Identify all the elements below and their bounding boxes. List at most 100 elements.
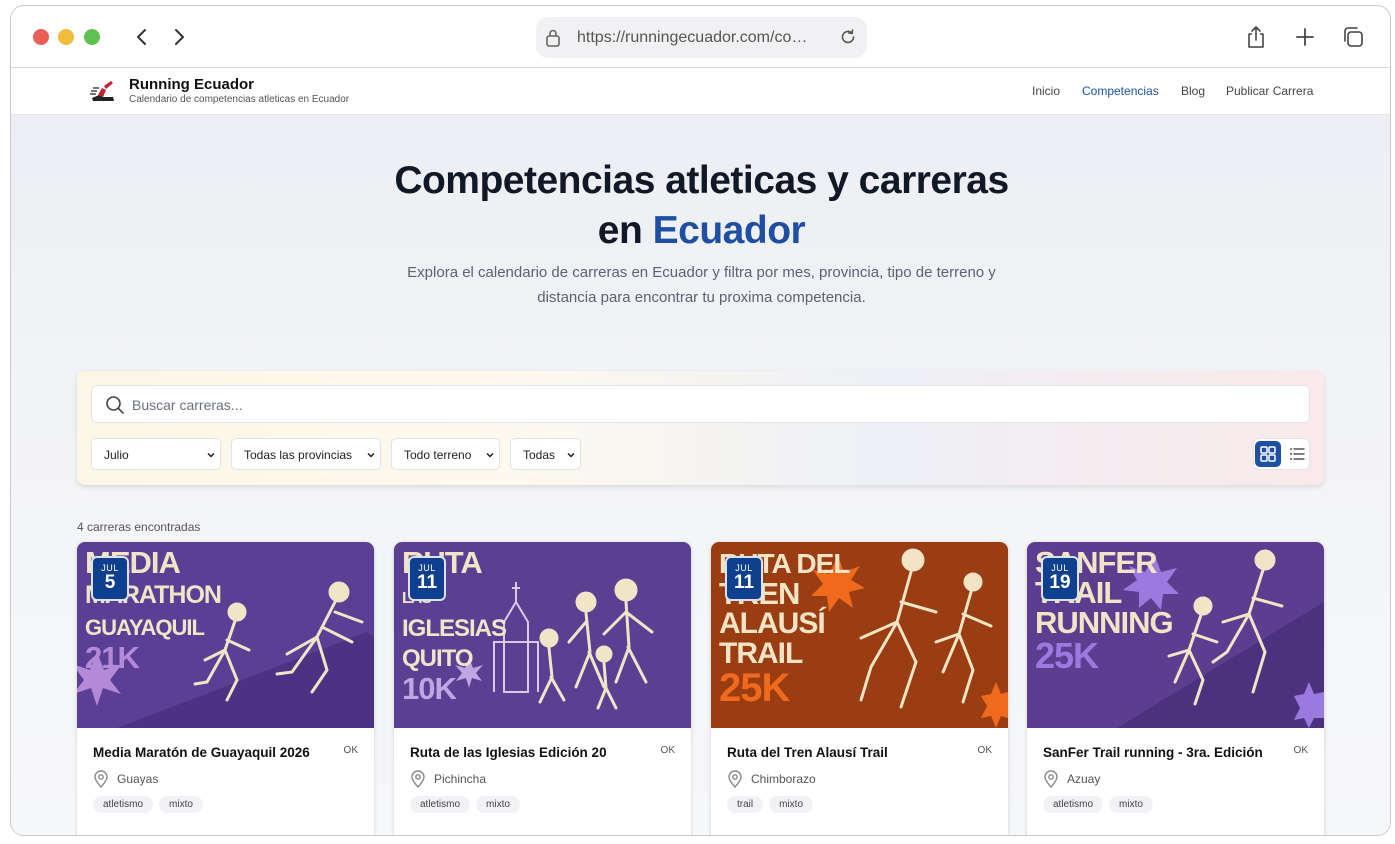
poster-distance: 21K xyxy=(85,640,140,675)
share-button[interactable] xyxy=(1242,23,1270,51)
map-pin-icon xyxy=(94,770,108,788)
site-title[interactable]: Running Ecuador xyxy=(129,76,254,93)
tag: mixto xyxy=(476,796,520,813)
race-card[interactable]: RUTA DEL TREN ALAUSÍ TRAIL 25K JUL 11 Ru… xyxy=(711,542,1008,835)
race-location: Guayas xyxy=(93,770,158,788)
list-view-button[interactable] xyxy=(1284,441,1310,467)
month-select[interactable]: Julio xyxy=(91,438,221,470)
distance-select[interactable]: Todas xyxy=(510,438,581,470)
tag: mixto xyxy=(159,796,203,813)
race-card[interactable]: SANFER TRAIL RUNNING 25K JUL 19 SanFer T… xyxy=(1027,542,1324,835)
race-title[interactable]: Ruta de las Iglesias Edición 20 xyxy=(410,745,607,760)
map-pin-icon xyxy=(728,770,742,788)
main-content: Competencias atleticas y carreras en Ecu… xyxy=(11,115,1390,835)
poster-line3: GUAYAQUIL xyxy=(85,615,205,640)
grid-view-button[interactable] xyxy=(1255,441,1281,467)
chevron-down-icon xyxy=(486,452,494,458)
browser-toolbar: https://runningecuador.com/co… xyxy=(11,6,1390,68)
race-card-image[interactable]: RUTA DEL TREN ALAUSÍ TRAIL 25K JUL 11 xyxy=(711,542,1008,728)
search-placeholder: Buscar carreras... xyxy=(132,397,243,413)
date-day: 5 xyxy=(104,572,116,593)
maximize-window-button[interactable] xyxy=(84,29,100,45)
search-icon xyxy=(106,396,124,414)
chevron-left-icon xyxy=(137,29,146,45)
tag: atletismo xyxy=(1043,796,1104,813)
nav-inicio[interactable]: Inicio xyxy=(1032,84,1060,98)
race-location: Pichincha xyxy=(410,770,486,788)
address-bar[interactable]: https://runningecuador.com/co… xyxy=(536,17,867,58)
date-badge: JUL 19 xyxy=(1041,556,1079,601)
tag: mixto xyxy=(1109,796,1153,813)
race-card[interactable]: MEDIA MARATHON GUAYAQUIL 21K JUL 5 Media… xyxy=(77,542,374,835)
poster-distance: 10K xyxy=(402,671,457,706)
tabs-icon xyxy=(1344,27,1363,47)
share-icon xyxy=(1248,26,1264,48)
grid-icon xyxy=(1260,446,1276,462)
hero-title-prefix: en xyxy=(597,209,653,252)
url-text: https://runningecuador.com/co… xyxy=(577,29,808,46)
hero-description-line2: distancia para encontrar tu proxima comp… xyxy=(537,289,866,306)
search-input[interactable]: Buscar carreras... xyxy=(91,385,1310,423)
forward-button[interactable] xyxy=(166,24,192,50)
date-day: 19 xyxy=(1049,572,1071,593)
race-location: Azuay xyxy=(1043,770,1100,788)
tag: trail xyxy=(727,796,764,813)
race-province: Chimborazo xyxy=(751,772,816,786)
list-icon xyxy=(1290,448,1305,460)
map-pin-icon xyxy=(411,770,425,788)
back-button[interactable] xyxy=(129,24,155,50)
hero-title-accent: Ecuador xyxy=(652,209,806,252)
minimize-window-button[interactable] xyxy=(58,29,74,45)
race-location: Chimborazo xyxy=(727,770,816,788)
race-card-image[interactable]: SANFER TRAIL RUNNING 25K JUL 19 xyxy=(1027,542,1324,728)
new-tab-button[interactable] xyxy=(1291,23,1319,51)
race-tags: atletismo mixto xyxy=(93,796,203,813)
poster-line3: ALAUSÍ TRAIL xyxy=(719,607,826,670)
tab-overview-button[interactable] xyxy=(1339,23,1367,51)
chevron-down-icon xyxy=(567,452,575,458)
poster-line3: IGLESIAS QUITO xyxy=(402,615,507,672)
hero-description-line1: Explora el calendario de carreras en Ecu… xyxy=(407,264,996,281)
poster-distance: 25K xyxy=(1035,635,1099,676)
race-province: Guayas xyxy=(117,772,159,786)
nav-blog[interactable]: Blog xyxy=(1181,84,1205,98)
reload-icon[interactable] xyxy=(839,28,857,46)
race-title[interactable]: Media Maratón de Guayaquil 2026 xyxy=(93,745,310,760)
date-badge: JUL 11 xyxy=(725,556,763,601)
date-badge: JUL 11 xyxy=(408,556,446,601)
race-title[interactable]: SanFer Trail running - 3ra. Edición xyxy=(1043,745,1263,760)
race-tags: trail mixto xyxy=(727,796,814,813)
date-day: 11 xyxy=(733,572,755,593)
poster-distance: 25K xyxy=(719,666,790,710)
site-header: Running Ecuador Calendario de competenci… xyxy=(11,68,1390,115)
race-status: OK xyxy=(977,745,992,756)
site-subtitle: Calendario de competencias atleticas en … xyxy=(129,94,350,105)
race-card[interactable]: RUTA LAS IGLESIAS QUITO 10K JUL 11 Ruta … xyxy=(394,542,691,835)
terrain-select-value: Todo terreno xyxy=(404,448,472,462)
race-card-image[interactable]: RUTA LAS IGLESIAS QUITO 10K JUL 11 xyxy=(394,542,691,728)
map-pin-icon xyxy=(1044,770,1058,788)
hero-title-line1: Competencias atleticas y carreras xyxy=(394,159,1009,202)
province-select-value: Todas las provincias xyxy=(244,448,353,462)
race-status: OK xyxy=(660,745,675,756)
filter-panel: Buscar carreras... Julio Todas las provi… xyxy=(77,371,1324,485)
plus-icon xyxy=(1296,28,1314,46)
results-count: 4 carreras encontradas xyxy=(77,520,201,534)
distance-select-value: Todas xyxy=(523,448,556,462)
tag: atletismo xyxy=(93,796,154,813)
month-select-value: Julio xyxy=(104,448,129,462)
date-badge: JUL 5 xyxy=(91,556,129,601)
race-status: OK xyxy=(343,745,358,756)
race-tags: atletismo mixto xyxy=(410,796,520,813)
nav-publicar-carrera[interactable]: Publicar Carrera xyxy=(1226,84,1313,98)
tag: atletismo xyxy=(410,796,471,813)
race-card-image[interactable]: MEDIA MARATHON GUAYAQUIL 21K JUL 5 xyxy=(77,542,374,728)
running-shoe-logo-icon[interactable] xyxy=(89,78,117,106)
province-select[interactable]: Todas las provincias xyxy=(231,438,381,470)
terrain-select[interactable]: Todo terreno xyxy=(391,438,500,470)
race-status: OK xyxy=(1293,745,1308,756)
close-window-button[interactable] xyxy=(33,29,49,45)
hero-title-line2: en Ecuador xyxy=(11,209,1390,253)
nav-competencias[interactable]: Competencias xyxy=(1082,84,1159,98)
race-title[interactable]: Ruta del Tren Alausí Trail xyxy=(727,745,888,760)
